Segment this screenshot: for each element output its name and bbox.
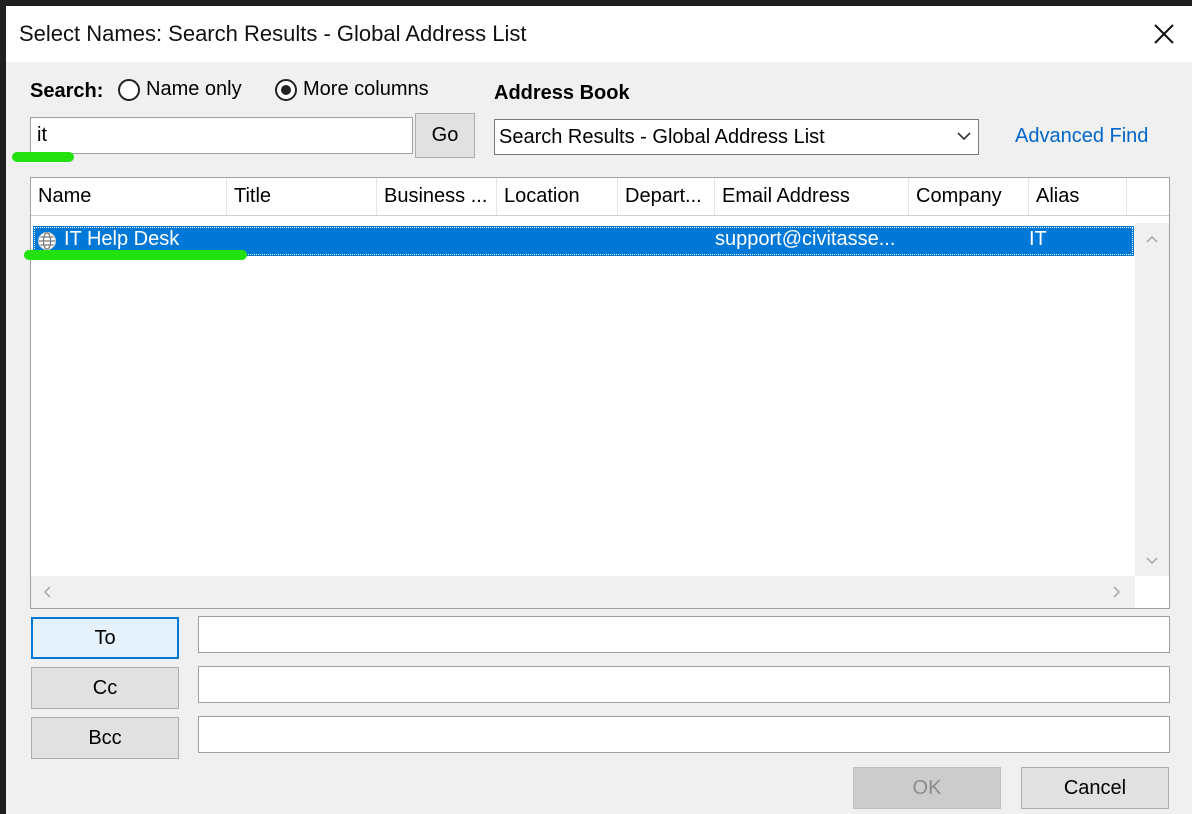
to-button[interactable]: To [31,617,179,659]
title-bar: Select Names: Search Results - Global Ad… [6,6,1192,62]
highlight-marker-row [24,250,247,260]
results-list[interactable]: Name Title Business ... Location Depart.… [30,177,1170,609]
column-header-name[interactable]: Name [31,178,227,215]
radio-circle-checked [275,78,297,101]
go-button[interactable]: Go [415,113,475,158]
cell-name: IT Help Desk [64,228,180,250]
scroll-up-icon [1146,236,1158,243]
scroll-left-icon [44,586,51,598]
address-book-label: Address Book [494,82,630,104]
search-input[interactable] [30,117,413,154]
radio-name-only[interactable]: Name only [118,78,242,101]
radio-circle [118,78,140,101]
to-field[interactable] [198,616,1170,653]
radio-more-columns-label: More columns [303,78,429,100]
column-header-title[interactable]: Title [227,178,377,215]
advanced-find-link[interactable]: Advanced Find [1015,125,1148,148]
globe-contact-icon [38,232,56,250]
cell-alias: IT [1029,228,1047,250]
cc-field[interactable] [198,666,1170,703]
highlight-marker-search [12,152,74,162]
column-header-company[interactable]: Company [909,178,1029,215]
vertical-scrollbar[interactable] [1135,223,1169,576]
scroll-right-icon [1113,586,1120,598]
column-header-business[interactable]: Business ... [377,178,497,215]
column-header-alias[interactable]: Alias [1029,178,1127,215]
chevron-down-icon [957,132,971,141]
horizontal-scrollbar[interactable] [31,576,1135,608]
column-header-location[interactable]: Location [497,178,618,215]
list-header: Name Title Business ... Location Depart.… [31,178,1169,216]
scroll-down-icon [1146,557,1158,564]
bcc-field[interactable] [198,716,1170,753]
select-names-dialog: Select Names: Search Results - Global Ad… [6,6,1192,814]
bcc-button[interactable]: Bcc [31,717,179,759]
cc-button[interactable]: Cc [31,667,179,709]
radio-more-columns[interactable]: More columns [275,78,429,101]
address-book-select[interactable]: Search Results - Global Address List [494,119,979,155]
address-book-value: Search Results - Global Address List [499,125,825,148]
close-button[interactable] [1136,6,1192,62]
search-label: Search: [30,80,104,102]
cell-email: support@civitasse... [715,228,896,250]
window-title: Select Names: Search Results - Global Ad… [19,21,527,46]
cancel-button[interactable]: Cancel [1021,767,1169,809]
close-icon [1154,24,1174,44]
radio-name-only-label: Name only [146,78,242,100]
ok-button[interactable]: OK [853,767,1001,809]
column-header-email[interactable]: Email Address [715,178,909,215]
column-header-department[interactable]: Depart... [618,178,715,215]
